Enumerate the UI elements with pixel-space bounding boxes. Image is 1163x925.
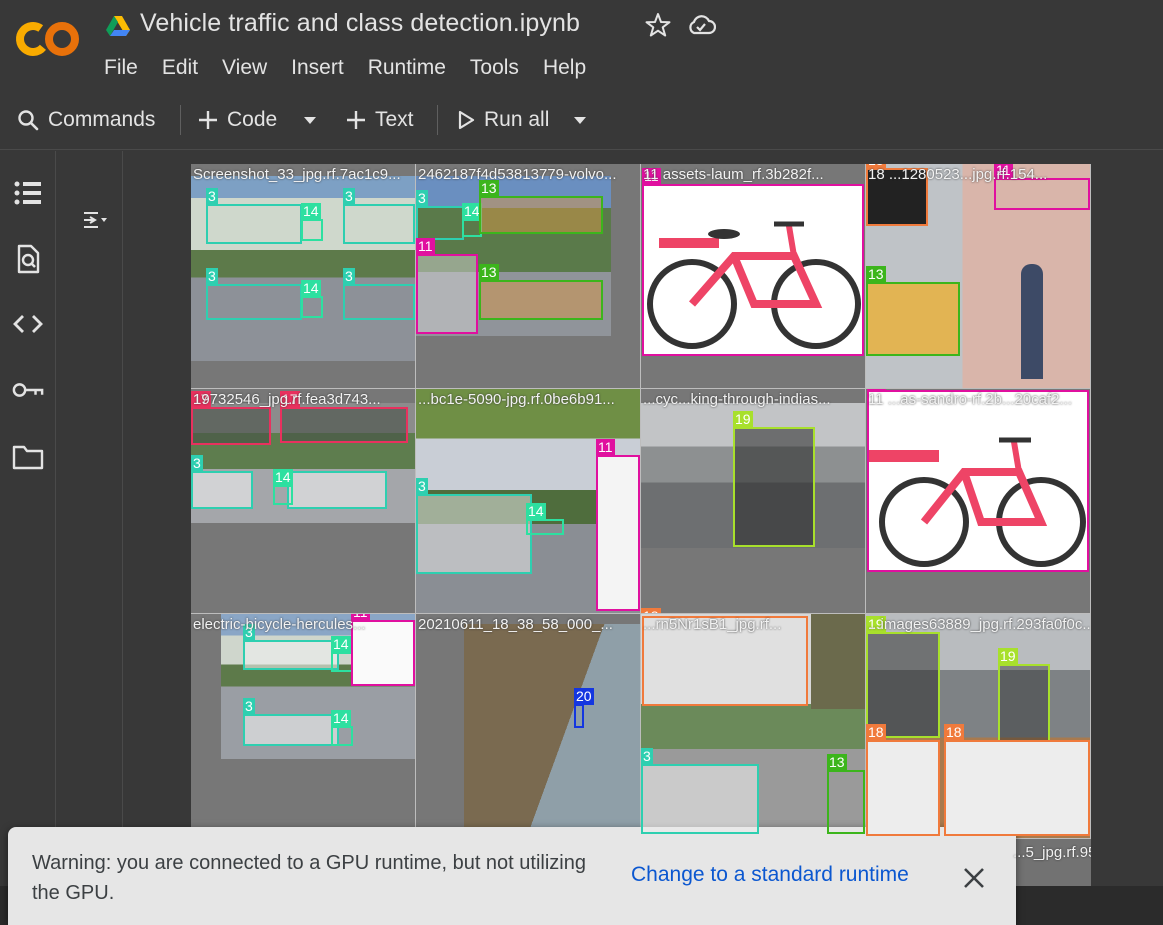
class-tag: 14 bbox=[526, 503, 546, 520]
mosaic-tile: 3 14 11 ...bc1e-5090-jpg.rf.0be6b91... bbox=[416, 389, 641, 614]
cloud-saved-icon[interactable] bbox=[686, 12, 716, 38]
tile-filename: 11 ...as-sandro-rf.2b...20caf2... bbox=[868, 391, 1072, 408]
menu-runtime[interactable]: Runtime bbox=[368, 56, 446, 80]
class-tag: 11 bbox=[596, 439, 615, 456]
tile-filename: electric-bicycle-hercules... bbox=[193, 616, 366, 633]
toolbar-divider bbox=[180, 105, 181, 135]
class-tag: 18 bbox=[944, 724, 964, 741]
plus-icon bbox=[347, 111, 365, 129]
tile-filename: ...images63889_jpg.rf.293fa0f0c... bbox=[868, 616, 1091, 633]
notebook-toolbar: Commands Code Text Run all bbox=[0, 92, 1163, 150]
table-of-contents-icon[interactable] bbox=[12, 177, 44, 209]
class-tag: 3 bbox=[416, 478, 428, 495]
colab-logo[interactable] bbox=[14, 18, 82, 60]
menu-tools[interactable]: Tools bbox=[470, 56, 519, 80]
class-tag: 13 bbox=[479, 264, 499, 281]
tile-filename: ...5_jpg.rf.95... bbox=[1013, 844, 1091, 861]
class-tag: 11 bbox=[416, 238, 435, 255]
caret-down-icon bbox=[574, 117, 586, 124]
class-tag: 14 bbox=[301, 280, 321, 297]
class-tag: 3 bbox=[206, 268, 218, 285]
mosaic-tile: 19 18 ...cyc...king-through-indias... bbox=[641, 389, 866, 614]
run-options-dropdown[interactable] bbox=[572, 92, 596, 148]
class-tag: 18 bbox=[866, 724, 886, 741]
gpu-warning-toast: Warning: you are connected to a GPU runt… bbox=[8, 827, 1016, 925]
run-all-label: Run all bbox=[484, 108, 550, 131]
menu-edit[interactable]: Edit bbox=[162, 56, 198, 80]
notebook-header: Vehicle traffic and class detection.ipyn… bbox=[0, 0, 1163, 92]
tile-filename: 2462187f4d53813779-volvo... bbox=[418, 166, 617, 183]
secrets-key-icon[interactable] bbox=[12, 374, 44, 406]
play-icon bbox=[458, 110, 475, 130]
mosaic-tile: 11 11 assets-laum_rf.3b282f... bbox=[641, 164, 866, 389]
mosaic-tile: 17 17 3 14 19732546_jpg.rf.fea3d743... bbox=[191, 389, 416, 614]
commands-label: Commands bbox=[48, 108, 156, 131]
code-snippets-icon[interactable] bbox=[12, 308, 44, 340]
menu-insert[interactable]: Insert bbox=[291, 56, 344, 80]
tile-filename: Screenshot_33_jpg.rf.7ac1c9... bbox=[193, 166, 401, 183]
class-tag: 3 bbox=[206, 188, 218, 205]
menu-bar: File Edit View Insert Runtime Tools Help bbox=[104, 56, 610, 80]
find-replace-icon[interactable] bbox=[12, 243, 44, 275]
tile-filename: ...bc1e-5090-jpg.rf.0be6b91... bbox=[418, 391, 615, 408]
bicycle-graphic bbox=[869, 437, 1086, 567]
add-text-cell-button[interactable]: Text bbox=[345, 92, 414, 148]
class-tag: 19 bbox=[998, 648, 1018, 665]
class-tag: 13 bbox=[866, 266, 886, 283]
class-tag: 14 bbox=[331, 636, 351, 653]
mosaic-tile: 3 14 13 11 13 2462187f4d53813779-volvo..… bbox=[416, 164, 641, 389]
notebook-title[interactable]: Vehicle traffic and class detection.ipyn… bbox=[140, 9, 580, 38]
close-icon[interactable] bbox=[960, 864, 988, 892]
tile-filename: 20210611_18_38_58_000_... bbox=[418, 616, 613, 633]
mosaic-tile: 19 19 18 18 ...images63889_jpg.rf.293fa0… bbox=[866, 614, 1091, 839]
mosaic-tile: 20 20210611_18_38_58_000_... bbox=[416, 614, 641, 839]
class-tag: 14 bbox=[331, 710, 351, 727]
change-runtime-button[interactable]: Change to a standard runtime bbox=[631, 863, 909, 887]
mosaic-tile: 11 11 ...as-sandro-rf.2b...20caf2... bbox=[866, 389, 1091, 614]
star-icon[interactable] bbox=[645, 12, 671, 38]
class-tag: 19 bbox=[733, 411, 753, 428]
left-sidebar bbox=[0, 151, 56, 925]
tile-filename: 19732546_jpg.rf.fea3d743... bbox=[193, 391, 381, 408]
mosaic-tile: 3 13 ...rn5Nr1sB1_jpg.rf... bbox=[641, 614, 866, 839]
search-icon bbox=[18, 110, 39, 131]
class-tag: 3 bbox=[243, 698, 255, 715]
mosaic-tile: 3 14 3 14 11 electric-bicycle-hercules..… bbox=[191, 614, 416, 839]
google-drive-icon[interactable] bbox=[105, 14, 131, 38]
tile-filename: 18 ...1280523...jpg.rf.154... bbox=[868, 166, 1048, 183]
mosaic-tile: 3 14 3 3 14 3 Screenshot_33_jpg.rf.7ac1c… bbox=[191, 164, 416, 389]
class-tag: 3 bbox=[343, 188, 355, 205]
commands-button[interactable]: Commands bbox=[16, 92, 155, 148]
tile-filename: 11 assets-laum_rf.3b282f... bbox=[643, 166, 824, 183]
detection-output-image: 3 14 3 3 14 3 Screenshot_33_jpg.rf.7ac1c… bbox=[191, 164, 1091, 886]
run-all-button[interactable]: Run all bbox=[456, 92, 549, 148]
class-tag: 3 bbox=[416, 190, 428, 207]
add-code-cell-button[interactable]: Code bbox=[197, 92, 277, 148]
mosaic-tile: 18 11 13 18 ...1280523...jpg.rf.154... bbox=[866, 164, 1091, 389]
output-actions-icon[interactable] bbox=[80, 205, 110, 235]
cell-gutter bbox=[57, 151, 123, 925]
toolbar-divider bbox=[437, 105, 438, 135]
class-tag: 13 bbox=[827, 754, 847, 771]
menu-help[interactable]: Help bbox=[543, 56, 586, 80]
toast-message: Warning: you are connected to a GPU runt… bbox=[32, 852, 586, 904]
class-tag: 3 bbox=[191, 455, 203, 472]
class-tag: 14 bbox=[273, 469, 293, 486]
class-tag: 20 bbox=[574, 688, 594, 705]
text-label: Text bbox=[375, 108, 414, 131]
tile-filename: ...cyc...king-through-indias... bbox=[643, 391, 831, 408]
class-tag: 14 bbox=[301, 203, 321, 220]
menu-view[interactable]: View bbox=[222, 56, 267, 80]
tile-filename: ...rn5Nr1sB1_jpg.rf... bbox=[643, 616, 782, 633]
code-label: Code bbox=[227, 108, 278, 131]
caret-down-icon bbox=[304, 117, 316, 124]
class-tag: 3 bbox=[343, 268, 355, 285]
files-folder-icon[interactable] bbox=[12, 441, 44, 473]
class-tag: 3 bbox=[641, 748, 653, 765]
plus-icon bbox=[199, 111, 217, 129]
menu-file[interactable]: File bbox=[104, 56, 138, 80]
code-options-dropdown[interactable] bbox=[302, 92, 326, 148]
bicycle-graphic bbox=[647, 221, 861, 349]
